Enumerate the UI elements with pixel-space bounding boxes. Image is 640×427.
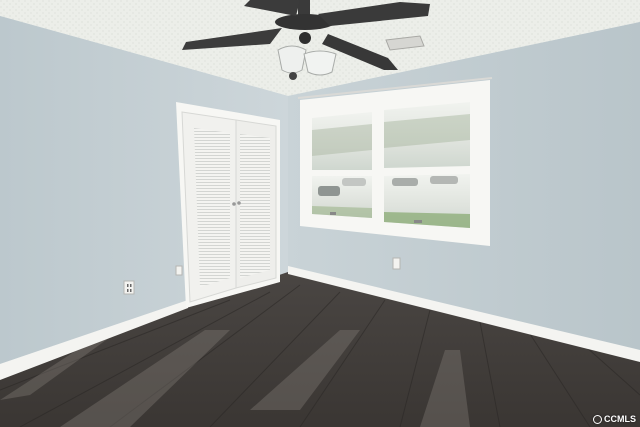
watermark-text: CCMLS xyxy=(604,414,636,424)
watermark-logo-icon xyxy=(593,414,602,424)
room-photo: CCMLS xyxy=(0,0,640,427)
outlet-right xyxy=(392,257,401,270)
watermark: CCMLS xyxy=(593,414,636,424)
outlet-closet xyxy=(175,265,183,276)
closet-door-icon xyxy=(181,111,277,303)
window-icon xyxy=(297,77,493,246)
room-illustration xyxy=(0,0,640,427)
outlet-icon xyxy=(123,280,135,295)
